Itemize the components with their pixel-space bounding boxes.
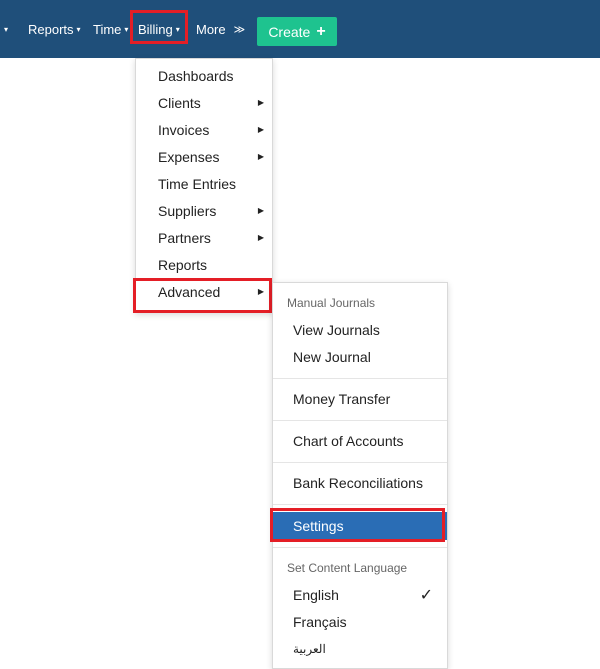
create-button-label: Create	[268, 23, 311, 40]
advanced-submenu: Manual Journals View Journals New Journa…	[272, 282, 448, 669]
menu-item-suppliers[interactable]: Suppliers ▶	[136, 197, 272, 224]
nav-reports[interactable]: Reports ▾	[28, 16, 81, 42]
caret-down-icon: ▾	[124, 24, 129, 34]
menu-item-money-transfer[interactable]: Money Transfer	[273, 385, 447, 412]
plus-icon: +	[316, 22, 326, 40]
menu-item-expenses[interactable]: Expenses ▶	[136, 143, 272, 170]
menu-item-dashboards[interactable]: Dashboards	[136, 62, 272, 89]
divider	[273, 378, 447, 379]
menu-item-reports[interactable]: Reports	[136, 251, 272, 278]
menu-item-new-journal[interactable]: New Journal	[273, 343, 447, 370]
caret-right-icon: ▶	[257, 152, 264, 161]
menu-item-english[interactable]: English ✓	[273, 581, 447, 608]
set-content-language-header: Set Content Language	[287, 561, 408, 575]
menu-item-view-journals[interactable]: View Journals	[273, 316, 447, 343]
menu-item-bank-reconciliations[interactable]: Bank Reconciliations	[273, 469, 447, 496]
bank-reconciliations-label: Bank Reconciliations	[293, 474, 423, 491]
menu-item-invoices[interactable]: Invoices ▶	[136, 116, 272, 143]
divider	[273, 420, 447, 421]
new-journal-label: New Journal	[293, 348, 371, 365]
menu-item-chart-of-accounts[interactable]: Chart of Accounts	[273, 427, 447, 454]
menu-item-francais[interactable]: Français	[273, 608, 447, 635]
menu-item-time-entries[interactable]: Time Entries	[136, 170, 272, 197]
money-transfer-label: Money Transfer	[293, 390, 391, 407]
create-button[interactable]: Create +	[257, 17, 337, 46]
billing-dropdown-menu: Dashboards Clients ▶ Invoices ▶ Expenses ▶ Time…	[135, 58, 273, 313]
nav-more-label: More	[196, 21, 226, 37]
top-navbar: ▾ Reports ▾ Time ▾ Billing ▾ More ≫ Crea…	[0, 0, 600, 58]
menu-item-label: Expenses	[158, 148, 220, 165]
nav-reports-label: Reports	[28, 21, 74, 37]
nav-partial-caret[interactable]: ▾	[1, 16, 8, 42]
menu-item-label: Time Entries	[158, 175, 237, 192]
menu-item-label: Reports	[158, 256, 208, 273]
menu-item-label: Dashboards	[158, 67, 234, 84]
caret-right-icon: ▶	[257, 98, 264, 107]
caret-right-icon: ▶	[257, 206, 264, 215]
arabic-label: العربية	[293, 641, 326, 656]
check-icon: ✓	[419, 586, 433, 604]
divider	[273, 462, 447, 463]
menu-item-label: Suppliers	[158, 202, 217, 219]
francais-label: Français	[293, 613, 347, 630]
caret-down-icon: ▾	[4, 24, 9, 34]
double-chevron-down-icon: ≫	[233, 23, 246, 36]
manual-journals-header: Manual Journals	[287, 296, 376, 310]
nav-time[interactable]: Time ▾	[93, 16, 128, 42]
menu-item-label: Clients	[158, 94, 201, 111]
divider	[273, 547, 447, 548]
billing-highlight-frame	[130, 10, 188, 44]
view-journals-label: View Journals	[293, 321, 380, 338]
caret-right-icon: ▶	[257, 233, 264, 242]
caret-right-icon: ▶	[257, 125, 264, 134]
caret-down-icon: ▾	[76, 24, 81, 34]
menu-item-clients[interactable]: Clients ▶	[136, 89, 272, 116]
menu-item-label: Partners	[158, 229, 211, 246]
menu-item-label: Invoices	[158, 121, 210, 138]
advanced-highlight-frame	[133, 278, 272, 313]
nav-more[interactable]: More ≫	[196, 16, 245, 42]
menu-item-partners[interactable]: Partners ▶	[136, 224, 272, 251]
chart-of-accounts-label: Chart of Accounts	[293, 432, 404, 449]
english-label: English	[293, 586, 339, 603]
nav-time-label: Time	[93, 21, 122, 37]
settings-highlight-frame	[270, 508, 445, 542]
divider	[273, 504, 447, 505]
menu-item-arabic[interactable]: العربية	[273, 635, 447, 662]
